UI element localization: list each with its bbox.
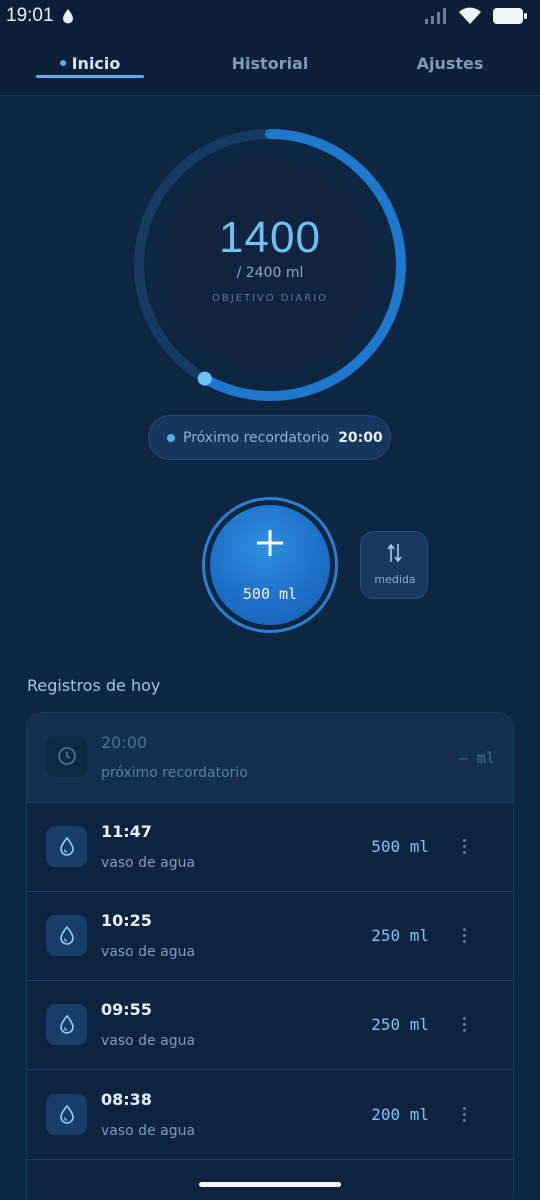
active-dot (59, 59, 66, 66)
water-drop-icon (60, 836, 74, 856)
record-amount: 500 ml (371, 837, 429, 856)
pending-reminder-row[interactable]: 20:00 próximo recordatorio — ml (27, 713, 513, 803)
tab-historial-label: Historial (231, 54, 309, 73)
swap-arrows-icon (387, 543, 402, 563)
next-reminder-label: Próximo recordatorio (183, 429, 330, 446)
record-time: 11:47 (101, 822, 152, 841)
record-row[interactable]: 11:47 vaso de agua 500 ml (27, 803, 513, 892)
drop-icon-box (46, 1094, 87, 1135)
status-time: 19:01 (6, 5, 54, 26)
water-drop-icon (60, 925, 74, 945)
plus-icon (257, 530, 283, 556)
add-amount-label: 500 ml (242, 585, 298, 603)
more-options-icon[interactable] (454, 1104, 474, 1128)
drop-icon-box (46, 915, 87, 956)
record-amount: 250 ml (371, 926, 429, 945)
add-water-button[interactable]: 500 ml (210, 505, 330, 625)
reminder-dot (167, 433, 175, 442)
clock-icon (58, 747, 76, 765)
record-subtitle: vaso de agua (101, 1123, 196, 1139)
more-options-icon[interactable] (454, 925, 474, 949)
water-total-value: 1400 (219, 213, 321, 262)
tab-ajustes-label: Ajustes (416, 54, 484, 73)
status-bar: 19:01 (0, 0, 540, 32)
tab-inicio-label: Inicio (71, 54, 121, 73)
next-reminder-time: 20:00 (338, 429, 383, 446)
measure-button[interactable]: medida (360, 531, 428, 599)
drop-icon-box (46, 826, 87, 867)
pending-time: 20:00 (101, 733, 148, 752)
record-time: 08:38 (101, 1090, 152, 1109)
records-list: 20:00 próximo recordatorio — ml 11:47 va… (26, 712, 514, 1200)
daily-goal-caption: OBJETIVO DIARIO (211, 293, 329, 304)
top-nav: Inicio Historial Ajustes (0, 32, 540, 96)
cell-signal-icon (425, 8, 446, 24)
record-time: 10:25 (101, 911, 152, 930)
home-indicator[interactable] (199, 1182, 341, 1187)
tab-historial[interactable]: Historial (220, 54, 320, 73)
tab-ajustes[interactable]: Ajustes (400, 54, 500, 73)
record-subtitle: vaso de agua (101, 944, 196, 960)
record-row[interactable]: 09:55 vaso de agua 250 ml (27, 981, 513, 1070)
water-goal: / 2400 ml (236, 265, 304, 281)
record-row[interactable]: 08:38 vaso de agua 200 ml (27, 1071, 513, 1160)
water-drop-icon (60, 1014, 74, 1034)
battery-icon (493, 8, 527, 24)
more-options-icon[interactable] (454, 836, 474, 860)
tab-inicio[interactable]: Inicio (36, 54, 144, 73)
pending-amount: — ml (458, 749, 495, 767)
water-drop-icon (60, 1104, 74, 1124)
pending-subtitle: próximo recordatorio (101, 765, 248, 781)
record-amount: 200 ml (371, 1105, 429, 1124)
progress-ring: 1400 / 2400 ml OBJETIVO DIARIO (130, 125, 410, 405)
record-subtitle: vaso de agua (101, 855, 196, 871)
record-subtitle: vaso de agua (101, 1033, 196, 1049)
records-section-title: Registros de hoy (27, 676, 161, 695)
record-time: 09:55 (101, 1000, 152, 1019)
measure-label: medida (374, 573, 416, 586)
water-drop-status-icon (62, 9, 73, 24)
wifi-icon (459, 7, 481, 24)
more-options-icon[interactable] (454, 1014, 474, 1038)
active-tab-indicator (36, 75, 144, 78)
next-reminder-pill[interactable]: Próximo recordatorio 20:00 (148, 415, 391, 460)
record-amount: 250 ml (371, 1015, 429, 1034)
record-row[interactable]: 10:25 vaso de agua 250 ml (27, 892, 513, 981)
clock-icon-box (46, 736, 87, 777)
drop-icon-box (46, 1004, 87, 1045)
